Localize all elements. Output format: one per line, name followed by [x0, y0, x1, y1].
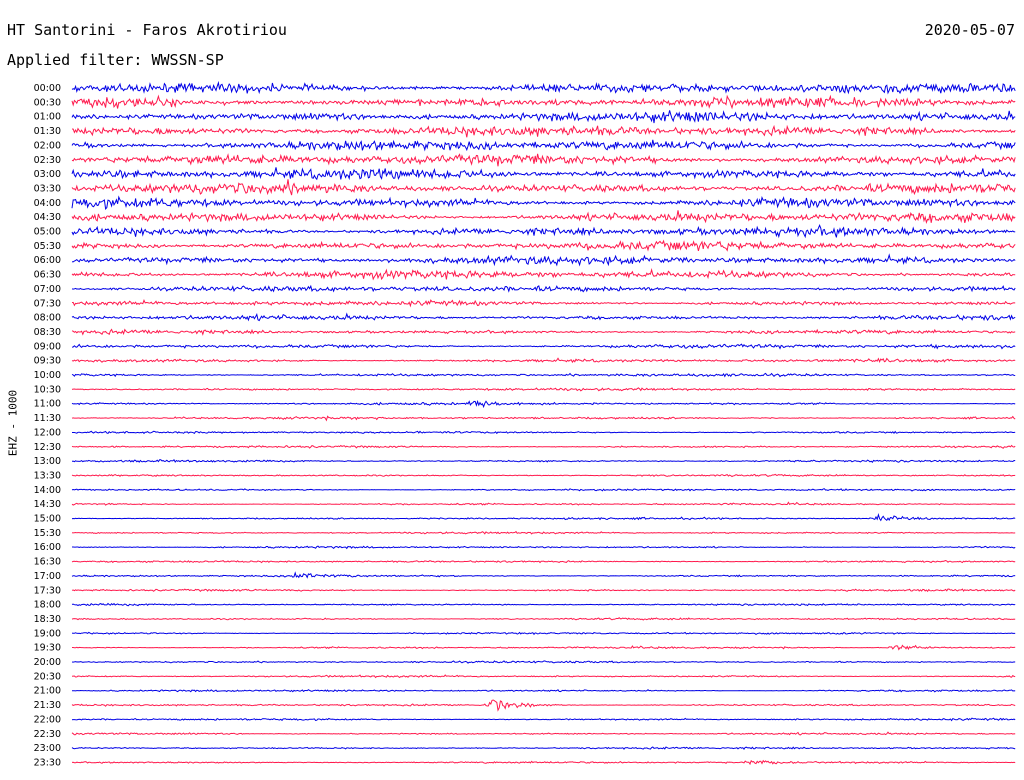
trace-line — [71, 210, 1016, 224]
row-time-label: 09:30 — [34, 356, 61, 367]
row-time-label: 04:00 — [34, 198, 61, 209]
trace-line — [71, 588, 1016, 593]
trace-line — [71, 759, 1016, 766]
trace-line — [71, 139, 1016, 152]
trace-line — [71, 660, 1016, 664]
row-time-label: 02:00 — [34, 140, 61, 151]
row-time-label: 07:30 — [34, 298, 61, 309]
row-time-label: 23:30 — [34, 757, 61, 768]
trace-line — [71, 530, 1016, 535]
trace-line — [71, 94, 1016, 110]
helicorder-plot: 00:00 00:30 01:00 01:30 02:00 02:30 03:00 03:30… — [34, 80, 1016, 768]
row-time-label: 14:30 — [34, 499, 61, 510]
trace-line — [71, 153, 1016, 167]
trace-line — [71, 513, 1016, 522]
row-time-label: 03:00 — [34, 169, 61, 180]
trace-line — [71, 357, 1016, 364]
trace-line — [71, 674, 1016, 679]
row-time-label: 16:00 — [34, 542, 61, 553]
trace-line — [71, 746, 1016, 751]
row-time-label: 21:00 — [34, 686, 61, 697]
row-time-label: 15:00 — [34, 514, 61, 525]
trace-line — [71, 179, 1016, 196]
trace-line — [71, 298, 1016, 308]
trace-line — [72, 644, 1016, 651]
row-time-label: 03:30 — [34, 183, 61, 194]
row-time-label: 05:00 — [34, 227, 61, 238]
row-time-label: 06:00 — [34, 255, 61, 266]
trace-line — [71, 731, 1016, 736]
row-time-label: 19:00 — [34, 628, 61, 639]
trace-line — [72, 689, 1016, 693]
trace-line — [71, 458, 1016, 463]
row-time-label: 11:30 — [34, 413, 61, 424]
row-time-label: 17:00 — [34, 571, 61, 582]
trace-line — [71, 284, 1016, 293]
row-time-label: 12:00 — [34, 427, 61, 438]
row-time-label: 13:00 — [34, 456, 61, 467]
trace-line — [72, 430, 1016, 435]
trace-line — [71, 559, 1016, 564]
row-time-label: 09:00 — [34, 341, 61, 352]
trace-line — [71, 399, 1016, 409]
trace-line — [71, 195, 1016, 211]
trace-line — [71, 617, 1016, 621]
row-time-label: 08:30 — [34, 327, 61, 338]
trace-line — [71, 343, 1016, 350]
row-time-label: 14:00 — [34, 485, 61, 496]
row-time-label: 00:00 — [34, 83, 61, 94]
trace-line — [71, 124, 1016, 138]
trace-line — [71, 253, 1016, 267]
row-time-label: 12:30 — [34, 442, 61, 453]
trace-line — [72, 545, 1016, 550]
row-time-label: 18:30 — [34, 614, 61, 625]
row-time-label: 15:30 — [34, 528, 61, 539]
trace-line — [71, 223, 1016, 239]
trace-line — [71, 167, 1016, 181]
row-time-label: 16:30 — [34, 557, 61, 568]
trace-line — [71, 717, 1016, 722]
row-time-label: 06:30 — [34, 270, 61, 281]
trace-line — [71, 473, 1016, 478]
trace-line — [71, 631, 1016, 636]
trace-line — [71, 415, 1016, 422]
row-time-label: 17:30 — [34, 585, 61, 596]
trace-line — [71, 501, 1016, 506]
row-time-label: 10:00 — [34, 370, 61, 381]
trace-line — [71, 110, 1016, 124]
trace-line — [71, 488, 1016, 492]
trace-line — [71, 571, 1016, 579]
trace-line — [71, 699, 1016, 712]
trace-line — [71, 328, 1016, 336]
trace-line — [71, 268, 1016, 281]
row-time-label: 19:30 — [34, 643, 61, 654]
row-time-label: 02:30 — [34, 155, 61, 166]
row-time-label: 23:00 — [34, 743, 61, 754]
row-time-label: 08:00 — [34, 313, 61, 324]
trace-line — [71, 444, 1016, 449]
row-time-label: 18:00 — [34, 600, 61, 611]
trace-line — [71, 602, 1016, 607]
trace-line — [71, 239, 1016, 252]
row-time-label: 01:30 — [34, 126, 61, 137]
row-time-label: 20:00 — [34, 657, 61, 668]
row-time-label: 22:00 — [34, 714, 61, 725]
row-time-label: 10:30 — [34, 384, 61, 395]
row-time-label: 21:30 — [34, 700, 61, 711]
row-time-label: 00:30 — [34, 97, 61, 108]
row-time-label: 11:00 — [34, 399, 61, 410]
row-time-label: 20:30 — [34, 671, 61, 682]
row-time-label: 05:30 — [34, 241, 61, 252]
row-time-label: 04:30 — [34, 212, 61, 223]
trace-line — [71, 80, 1016, 95]
trace-line — [71, 387, 1016, 392]
row-time-label: 01:00 — [34, 112, 61, 123]
row-time-label: 07:00 — [34, 284, 61, 295]
row-time-label: 13:30 — [34, 470, 61, 481]
row-time-label: 22:30 — [34, 729, 61, 740]
trace-line — [71, 312, 1016, 322]
trace-line — [71, 372, 1016, 378]
